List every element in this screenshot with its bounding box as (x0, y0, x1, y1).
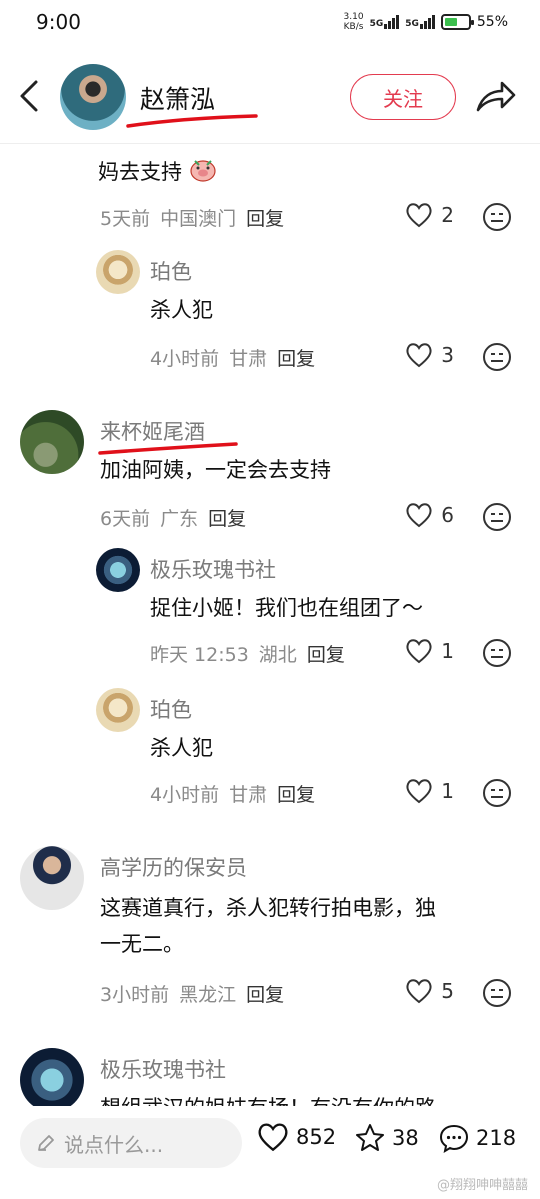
like-count: 5 (441, 979, 454, 1003)
username[interactable]: 珀色 (150, 694, 192, 724)
comment-text: 加油阿姨，一定会去支持 (100, 458, 331, 482)
like-count: 6 (441, 503, 454, 527)
reply-button[interactable]: 回复 (307, 640, 345, 667)
comment-count: 218 (476, 1126, 517, 1150)
comment-list[interactable]: 妈去支持 5天前 中国澳门 回复 2 珀色 杀人犯 4小时前 甘肃 回复 3 来… (0, 144, 540, 1106)
comment-meta: 5天前 中国澳门 回复 (100, 204, 284, 231)
comment-meta: 6天前 广东 回复 (100, 504, 246, 531)
battery-icon (440, 14, 474, 30)
heart-icon (258, 1123, 288, 1152)
username[interactable]: 珀色 (150, 256, 192, 286)
comment-meta: 4小时前 甘肃 回复 (150, 780, 315, 807)
signal-icon: 5G (370, 15, 400, 29)
comment-button[interactable]: 218 (438, 1122, 516, 1154)
username[interactable]: 极乐玫瑰书社 (100, 1054, 226, 1084)
like-button[interactable]: 5 (405, 978, 454, 1004)
pig-emoji-icon (190, 160, 216, 182)
favorite-button[interactable]: 38 (354, 1122, 419, 1154)
comment-text: 这赛道真行，杀人犯转行拍电影，独 一无二。 (100, 896, 436, 956)
heart-icon (406, 979, 432, 1004)
comment-text: 杀人犯 (150, 736, 213, 760)
user-avatar[interactable] (96, 250, 140, 294)
emoji-reaction-icon[interactable] (482, 502, 512, 532)
comment-text: 想组武汉的姐妹有扬！有没有你的路 (100, 1090, 436, 1106)
like-button[interactable]: 1 (405, 778, 454, 804)
like-count: 852 (296, 1125, 337, 1149)
status-icons: 3.10 KB/s 5G 5G 55% (344, 12, 508, 32)
heart-icon (406, 343, 432, 368)
comment-text: 捉住小姬！我们也在组团了～ (150, 596, 423, 620)
back-arrow-icon[interactable] (14, 78, 44, 114)
like-count: 1 (441, 779, 454, 803)
reply-item: 极乐玫瑰书社 捉住小姬！我们也在组团了～ 昨天 12:53 湖北 回复 1 (0, 542, 540, 682)
comment-item: 极乐玫瑰书社 想组武汉的姐妹有扬！有没有你的路 (0, 1044, 540, 1106)
like-button[interactable]: 3 (405, 342, 454, 368)
username[interactable]: 极乐玫瑰书社 (150, 554, 276, 584)
emoji-reaction-icon[interactable] (482, 342, 512, 372)
emoji-reaction-icon[interactable] (482, 978, 512, 1008)
profile-name[interactable]: 赵箫泓 (140, 80, 215, 116)
emoji-reaction-icon[interactable] (482, 778, 512, 808)
battery-percent: 55% (476, 14, 508, 30)
share-icon[interactable] (474, 78, 518, 114)
like-count: 1 (441, 639, 454, 663)
reply-button[interactable]: 回复 (246, 204, 284, 231)
user-avatar[interactable] (20, 1048, 84, 1106)
profile-avatar[interactable] (60, 64, 126, 130)
comment-item: 妈去支持 5天前 中国澳门 回复 2 (0, 144, 540, 240)
status-bar: 9:00 3.10 KB/s 5G 5G 55% (0, 0, 540, 48)
comment-meta: 昨天 12:53 湖北 回复 (150, 640, 345, 667)
like-count: 2 (441, 203, 454, 227)
like-count: 3 (441, 343, 454, 367)
reply-button[interactable]: 回复 (246, 980, 284, 1007)
top-bar: 赵箫泓 关注 (0, 48, 540, 144)
comment-bubble-icon (439, 1124, 469, 1154)
username[interactable]: 高学历的保安员 (100, 852, 247, 882)
user-avatar[interactable] (20, 846, 84, 910)
comment-item: 高学历的保安员 这赛道真行，杀人犯转行拍电影，独 一无二。 3小时前 黑龙江 回… (0, 840, 540, 1040)
comment-meta: 3小时前 黑龙江 回复 (100, 980, 284, 1007)
like-post-button[interactable]: 852 (256, 1122, 336, 1152)
red-underline-mark (126, 114, 258, 128)
comment-input-placeholder: 说点什么... (64, 1132, 164, 1157)
like-button[interactable]: 2 (405, 202, 454, 228)
signal-icon-2: 5G (405, 15, 435, 29)
net-speed: 3.10 KB/s (343, 12, 364, 32)
reply-button[interactable]: 回复 (208, 504, 246, 531)
bottom-action-bar: 说点什么... 852 38 218 @翔翔呻呻囍囍 (0, 1106, 540, 1199)
status-time: 9:00 (36, 10, 81, 34)
comment-text: 妈去支持 (98, 154, 217, 190)
user-avatar[interactable] (96, 688, 140, 732)
favorite-count: 38 (392, 1126, 419, 1150)
comment-item: 来杯姬尾酒 加油阿姨，一定会去支持 6天前 广东 回复 6 (0, 402, 540, 542)
pencil-icon (38, 1135, 54, 1151)
heart-icon (406, 639, 432, 664)
like-button[interactable]: 6 (405, 502, 454, 528)
emoji-reaction-icon[interactable] (482, 638, 512, 668)
watermark: @翔翔呻呻囍囍 (436, 1178, 528, 1193)
heart-icon (406, 503, 432, 528)
reply-item: 珀色 杀人犯 4小时前 甘肃 回复 1 (0, 682, 540, 822)
user-avatar[interactable] (20, 410, 84, 474)
star-icon (356, 1124, 384, 1151)
reply-button[interactable]: 回复 (277, 344, 315, 371)
follow-button[interactable]: 关注 (350, 74, 456, 120)
heart-icon (406, 779, 432, 804)
heart-icon (406, 203, 432, 228)
user-avatar[interactable] (96, 548, 140, 592)
reply-button[interactable]: 回复 (277, 780, 315, 807)
emoji-reaction-icon[interactable] (482, 202, 512, 232)
comment-input[interactable]: 说点什么... (20, 1118, 242, 1168)
reply-item: 珀色 杀人犯 4小时前 甘肃 回复 3 (0, 244, 540, 384)
like-button[interactable]: 1 (405, 638, 454, 664)
comment-meta: 4小时前 甘肃 回复 (150, 344, 315, 371)
comment-text: 杀人犯 (150, 298, 213, 322)
